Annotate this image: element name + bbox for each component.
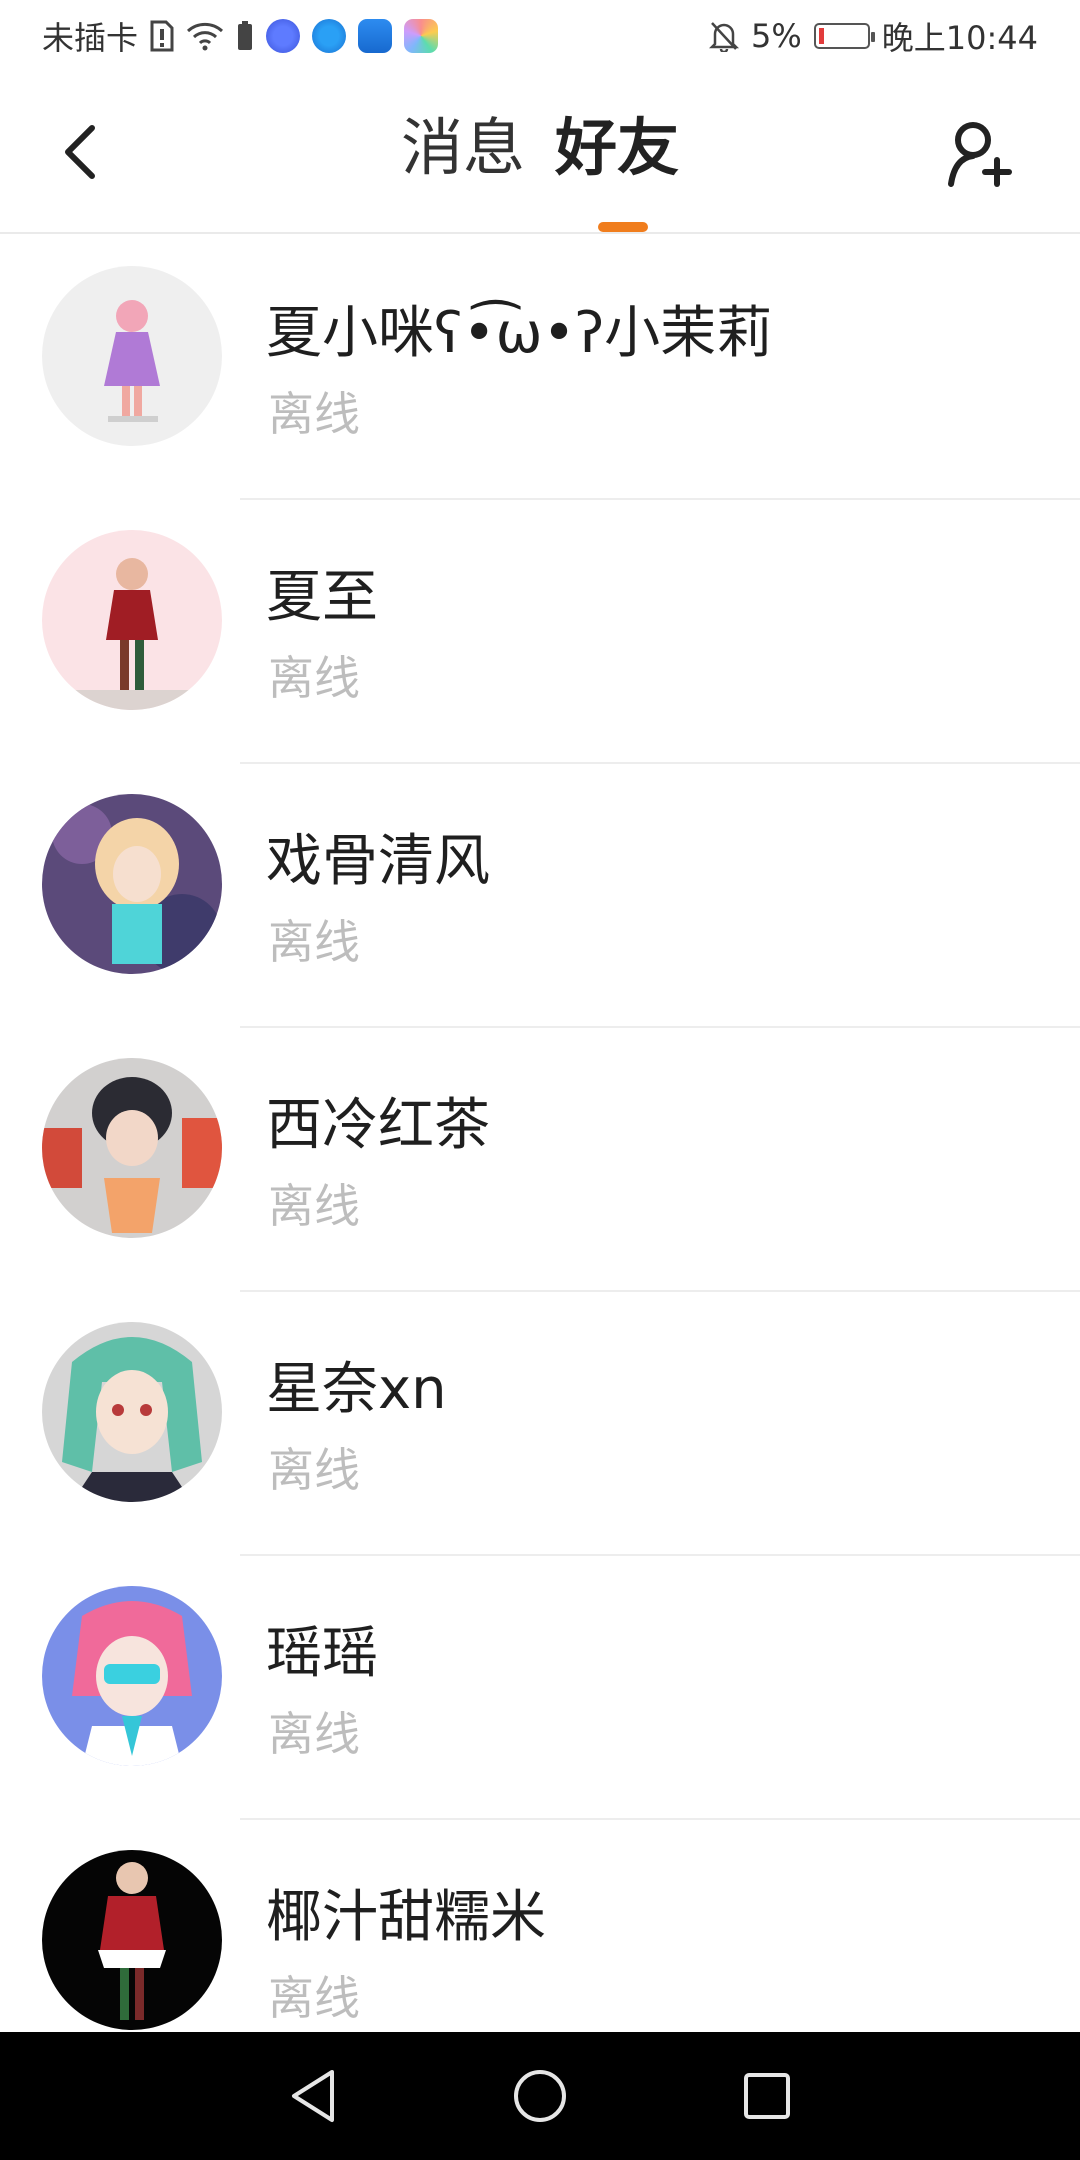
friend-row[interactable]: 西冷红茶 离线 [0,1028,1080,1292]
friend-name: 星奈xn [266,1357,447,1422]
add-user-icon [948,122,1012,187]
browser-app-icon [312,19,347,53]
add-friend-button[interactable] [940,114,1020,194]
system-nav-bar [0,2032,1080,2160]
nav-back-button[interactable] [273,2056,353,2136]
friend-status: 离线 [268,915,360,969]
avatar [42,794,222,974]
music-app-icon [266,19,301,53]
friend-name: 夏小咪ʕ•͡ω•ʔ小茉莉 [266,301,773,366]
friend-row[interactable]: 夏至 离线 [0,500,1080,764]
carrier-text: 未插卡 [42,19,139,57]
avatar [42,1586,222,1766]
friend-status: 离线 [268,651,360,705]
friend-status: 离线 [268,387,360,441]
tab-bar: 消息 好友 [0,108,1080,188]
tab-friends[interactable]: 好友 [555,108,679,188]
friend-row[interactable]: 戏骨清风 离线 [0,764,1080,1028]
gallery-app-icon [404,19,439,53]
sim-missing-icon [150,20,174,52]
friend-row[interactable]: 瑶瑶 离线 [0,1556,1080,1820]
friend-name: 西冷红茶 [266,1093,490,1158]
friend-row[interactable]: 夏小咪ʕ•͡ω•ʔ小茉莉 离线 [0,236,1080,500]
clock: 晚上10:44 [881,19,1038,57]
back-triangle-icon [292,2070,335,2122]
friend-name: 椰汁甜糯米 [266,1885,546,1950]
battery-saver-icon [236,20,254,52]
recents-square-icon [743,2073,790,2119]
friend-name: 夏至 [266,565,378,630]
friend-name: 瑶瑶 [266,1621,378,1686]
nav-home-button[interactable] [500,2056,580,2136]
friend-row[interactable]: 星奈xn 离线 [0,1292,1080,1556]
active-tab-indicator [598,222,648,232]
avatar [42,530,222,710]
mute-bell-icon [709,20,739,52]
avatar [42,1322,222,1502]
wifi-icon [186,21,224,51]
friend-list: 夏小咪ʕ•͡ω•ʔ小茉莉 离线 夏至 离线 戏骨清风 离线 西冷红茶 离线 星奈… [0,236,1080,2084]
weather-app-icon [358,19,393,53]
friends-screen: 未插卡 5% 晚上10:44 消息 好友 夏小咪ʕ•͡ω•ʔ小茉莉 离线 夏至 … [0,0,1080,2160]
header: 消息 好友 [0,72,1080,234]
avatar [42,1058,222,1238]
status-bar-right: 5% 晚上10:44 [709,13,1038,59]
friend-status: 离线 [268,1179,360,1233]
nav-recents-button[interactable] [727,2056,807,2136]
avatar [42,266,222,446]
home-circle-icon [513,2070,566,2122]
friend-name: 戏骨清风 [266,829,490,894]
friend-status: 离线 [268,1971,360,2025]
status-bar: 未插卡 5% 晚上10:44 [0,0,1080,72]
status-bar-left: 未插卡 [42,13,439,59]
avatar [42,1850,222,2030]
battery-icon [813,23,875,49]
friend-status: 离线 [268,1707,360,1761]
tab-messages[interactable]: 消息 [401,108,525,188]
friend-status: 离线 [268,1443,360,1497]
battery-percent: 5% [751,17,802,55]
